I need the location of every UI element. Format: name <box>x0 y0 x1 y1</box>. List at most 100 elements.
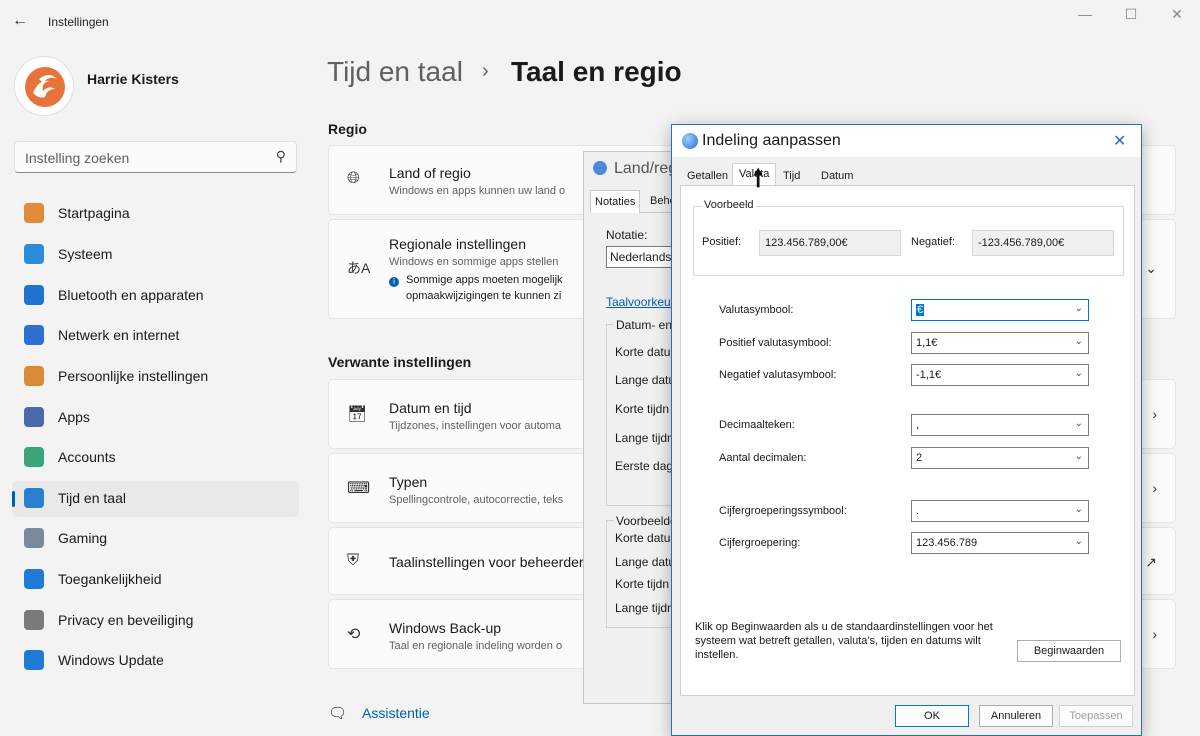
nav-icon <box>24 285 44 305</box>
pointer-arrow-icon: 🠕 <box>753 165 764 192</box>
field-select[interactable]: 123.456.789 ⌄ <box>911 532 1089 554</box>
sidebar-item-label: Gaming <box>58 530 108 546</box>
card-subtitle: Windows en sommige apps stellen <box>389 256 559 268</box>
sidebar-item-toegankelijkheid[interactable]: Toegankelijkheid <box>12 562 299 598</box>
info-note-line2: opmaakwijzigingen te kunnen zi <box>406 290 562 302</box>
avatar[interactable] <box>14 56 74 116</box>
breadcrumb-separator: › <box>482 60 489 82</box>
field-value: € <box>916 304 925 316</box>
sidebar-item-startpagina[interactable]: Startpagina <box>12 196 299 232</box>
sidebar-item-tijd-en-taal[interactable]: Tijd en taal <box>12 481 299 517</box>
field-label: Negatief valutasymbool: <box>719 369 837 381</box>
card-title: Land of regio <box>389 165 471 181</box>
chevron-right-icon: › <box>1152 480 1157 496</box>
chevron-right-icon: › <box>1152 406 1157 422</box>
search-input[interactable]: Instelling zoeken ⚲ <box>14 141 297 173</box>
tab-bar: Getallen Valuta Tijd Datum <box>680 163 1135 186</box>
sidebar-item-label: Persoonlijke instellingen <box>58 368 209 384</box>
sidebar-item-label: Startpagina <box>58 205 130 221</box>
section-heading-regio: Regio <box>328 121 367 137</box>
close-icon[interactable]: ✕ <box>1113 131 1126 151</box>
sidebar-item-gaming[interactable]: Gaming <box>12 521 299 557</box>
chevron-down-icon[interactable]: ⌄ <box>1075 303 1083 314</box>
example-row-label: Korte datu <box>615 531 671 545</box>
card-subtitle: Taal en regionale indeling worden o <box>389 640 563 652</box>
tab-getallen[interactable]: Getallen <box>680 165 735 186</box>
sidebar-item-apps[interactable]: Apps <box>12 400 299 436</box>
card-title: Datum en tijd <box>389 400 472 416</box>
calendar-clock-icon: 📅︎ <box>347 406 368 423</box>
breadcrumb-parent[interactable]: Tijd en taal <box>327 56 463 88</box>
sidebar-item-label: Systeem <box>58 246 113 262</box>
sidebar-item-windows-update[interactable]: Windows Update <box>12 643 299 679</box>
field-label: Positief valutasymbool: <box>719 337 832 349</box>
sidebar-item-label: Toegankelijkheid <box>58 571 162 587</box>
taalvoorkeur-link[interactable]: Taalvoorkeu <box>606 295 671 309</box>
section-heading-verwante: Verwante instellingen <box>328 354 472 370</box>
minimize-button[interactable]: — <box>1074 6 1096 28</box>
field-value: . <box>916 505 920 517</box>
indeling-aanpassen-dialog: Indeling aanpassen ✕ Getallen Valuta Tij… <box>671 124 1142 736</box>
field-select[interactable]: 1,1€ ⌄ <box>911 332 1089 354</box>
format-row-label: Korte datu <box>615 345 671 359</box>
info-note-line1: Sommige apps moeten mogelijk <box>406 274 563 286</box>
example-row-label: Lange tijdn <box>615 601 674 615</box>
sidebar-item-label: Netwerk en internet <box>58 327 180 343</box>
nav-icon <box>24 569 44 589</box>
sidebar-item-bluetooth-en-apparaten[interactable]: Bluetooth en apparaten <box>12 278 299 314</box>
sidebar-item-accounts[interactable]: Accounts <box>12 440 299 476</box>
info-icon: i <box>389 277 399 287</box>
card-subtitle: Tijdzones, instellingen voor automa <box>389 420 562 432</box>
chevron-down-icon[interactable]: ⌄ <box>1075 368 1083 379</box>
dialog-titlebar: Indeling aanpassen ✕ <box>672 125 1141 157</box>
sidebar-item-privacy-en-beveiliging[interactable]: Privacy en beveiliging <box>12 603 299 639</box>
positief-label: Positief: <box>702 236 742 248</box>
format-row-label: Korte tijdn <box>615 402 670 416</box>
format-row-label: Lange tijdn <box>615 431 674 445</box>
chevron-right-icon: › <box>1152 626 1157 642</box>
group-label: Datum- en <box>614 318 675 332</box>
search-icon[interactable]: ⚲ <box>276 148 286 165</box>
beginwaarden-button[interactable]: Beginwaarden <box>1017 640 1121 662</box>
field-select[interactable]: 2 ⌄ <box>911 447 1089 469</box>
sidebar-item-netwerk-en-internet[interactable]: Netwerk en internet <box>12 318 299 354</box>
sidebar-item-persoonlijke-instellingen[interactable]: Persoonlijke instellingen <box>12 359 299 395</box>
field-select[interactable]: . ⌄ <box>911 500 1089 522</box>
maximize-button[interactable]: ☐ <box>1120 6 1142 28</box>
cancel-button[interactable]: Annuleren <box>979 705 1053 727</box>
tab-tijd[interactable]: Tijd <box>776 165 807 186</box>
format-row-label: Lange datu <box>615 373 676 387</box>
field-label: Aantal decimalen: <box>719 452 807 464</box>
chevron-down-icon[interactable]: ⌄ <box>1075 504 1083 515</box>
chevron-down-icon[interactable]: ⌄ <box>1075 418 1083 429</box>
card-title: Typen <box>389 474 428 490</box>
assistentie-link[interactable]: Assistentie <box>362 705 430 721</box>
tab-datum[interactable]: Datum <box>814 165 860 186</box>
external-link-icon: ↗ <box>1145 554 1157 570</box>
chevron-down-icon[interactable]: ⌄ <box>1075 536 1083 547</box>
field-select[interactable]: € ⌄ <box>911 299 1089 321</box>
positief-example: 123.456.789,00€ <box>759 230 901 256</box>
card-subtitle: Windows en apps kunnen uw land o <box>389 185 566 197</box>
nav-icon <box>24 325 44 345</box>
apply-button[interactable]: Toepassen <box>1059 705 1133 727</box>
reset-note: Klik op Beginwaarden als u de standaardi… <box>695 621 993 661</box>
chevron-down-icon[interactable]: ⌄ <box>1075 451 1083 462</box>
card-title: Regionale instellingen <box>389 236 526 252</box>
negatief-example: -123.456.789,00€ <box>972 230 1114 256</box>
sidebar-item-systeem[interactable]: Systeem <box>12 237 299 273</box>
example-row-label: Lange datu <box>615 555 676 569</box>
field-select[interactable]: -1,1€ ⌄ <box>911 364 1089 386</box>
dialog-title: Indeling aanpassen <box>702 132 841 149</box>
field-select[interactable]: , ⌄ <box>911 414 1089 436</box>
globe-icon: 🌐︎ <box>347 170 360 187</box>
tab-notaties[interactable]: Notaties <box>590 190 641 213</box>
chevron-down-icon[interactable]: ⌄ <box>1145 260 1157 277</box>
ok-button[interactable]: OK <box>895 705 969 727</box>
close-button[interactable]: ✕ <box>1166 6 1188 28</box>
sidebar-item-label: Accounts <box>58 449 116 465</box>
back-arrow-icon[interactable]: ← <box>12 12 32 32</box>
chevron-down-icon[interactable]: ⌄ <box>1075 336 1083 347</box>
keyboard-icon: ⌨︎ <box>347 480 371 497</box>
nav-icon <box>24 488 44 508</box>
